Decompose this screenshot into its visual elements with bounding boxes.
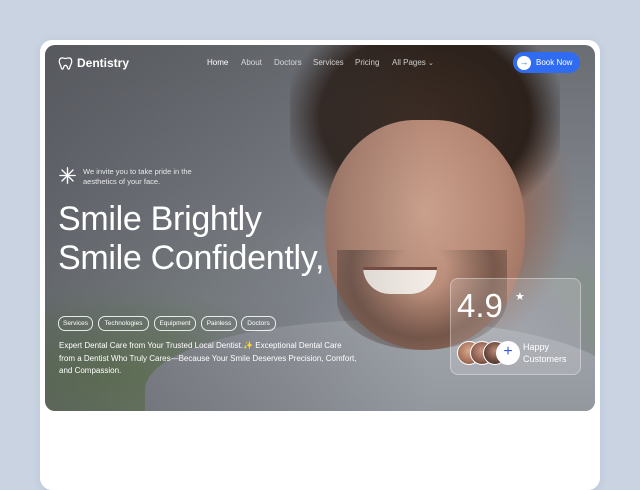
headline-line-2: Smile Confidently, xyxy=(58,239,325,277)
book-now-button[interactable]: → Book Now xyxy=(513,52,580,73)
nav-item-all-pages[interactable]: All Pages ⌄ xyxy=(392,58,434,67)
nav-item-home[interactable]: Home xyxy=(207,58,228,67)
headline-line-1: Smile Brightly xyxy=(58,200,262,238)
invite-text: We invite you to take pride in the aesth… xyxy=(83,167,192,186)
add-customer-button[interactable]: + xyxy=(496,341,520,365)
happy-customers-label: Happy Customers xyxy=(523,342,567,364)
tag-equipment[interactable]: Equipment xyxy=(154,316,196,331)
rating-value: 4.9 xyxy=(457,287,503,324)
nav-item-all-pages-label: All Pages xyxy=(392,58,426,67)
tag-doctors[interactable]: Doctors xyxy=(241,316,276,331)
hero-description: Expert Dental Care from Your Trusted Loc… xyxy=(59,341,357,375)
tag-painless[interactable]: Painless xyxy=(201,316,237,331)
nav-item-doctors[interactable]: Doctors xyxy=(274,58,302,67)
nav-item-pricing[interactable]: Pricing xyxy=(355,58,379,67)
sparkle-icon xyxy=(59,167,76,184)
hero-headline: Smile Brightly Smile Confidently, xyxy=(58,200,324,278)
brand-name: Dentistry xyxy=(77,56,130,70)
tag-technologies[interactable]: Technologies xyxy=(98,316,149,331)
arrow-right-icon: → xyxy=(517,55,531,70)
nav-item-services[interactable]: Services xyxy=(313,58,344,67)
tooth-icon xyxy=(58,56,73,70)
tag-services[interactable]: Services xyxy=(58,316,93,331)
star-icon: ★ xyxy=(515,291,525,303)
nav-item-about[interactable]: About xyxy=(241,58,262,67)
book-now-label: Book Now xyxy=(536,58,573,67)
brand-logo[interactable]: Dentistry xyxy=(58,55,129,71)
chevron-down-icon: ⌄ xyxy=(428,60,434,67)
